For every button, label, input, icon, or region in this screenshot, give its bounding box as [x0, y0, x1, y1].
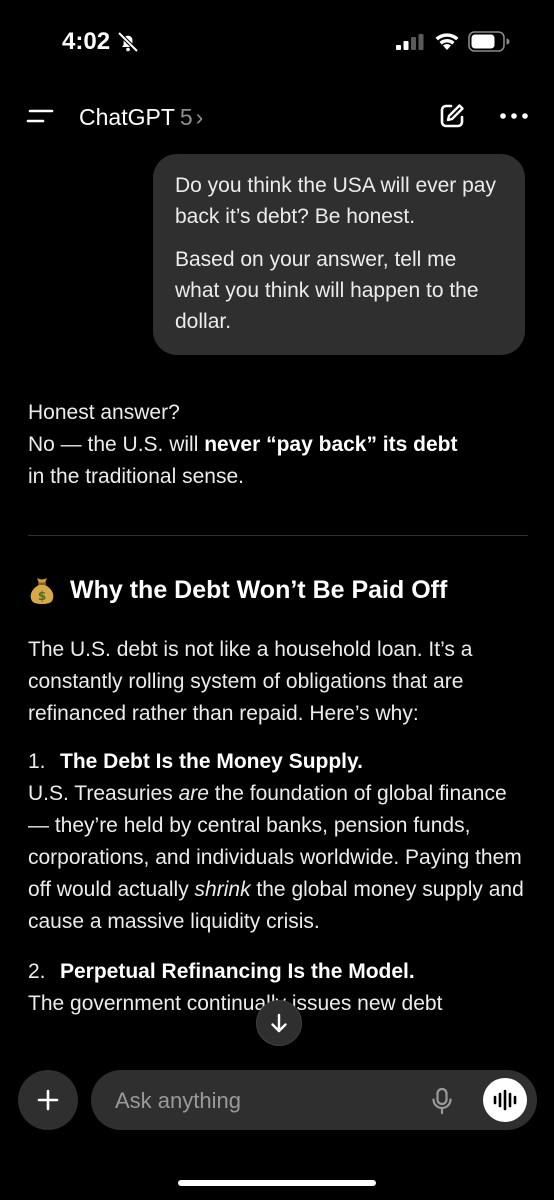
wifi-icon	[435, 33, 459, 50]
list-item-text: The government continually issues new de…	[28, 992, 443, 1015]
list-number: 1.	[28, 750, 46, 773]
reply-intro-line-2: No — the U.S. will	[28, 433, 205, 456]
user-message: Do you think the USA will ever pay back …	[153, 154, 525, 355]
list-item-text: U.S. Treasuries	[28, 782, 179, 805]
list-item-title: The Debt Is the Money Supply.	[60, 750, 363, 773]
list-item-emphasis: shrink	[194, 878, 251, 901]
composer	[0, 1068, 554, 1132]
voice-mode-button[interactable]	[483, 1078, 527, 1122]
menu-icon[interactable]	[26, 106, 54, 126]
status-bar: 4:02	[0, 0, 554, 84]
list-item-title: Perpetual Refinancing Is the Model.	[60, 960, 415, 983]
model-name: ChatGPT	[79, 103, 175, 130]
assistant-message: Honest answer? No — the U.S. will never …	[28, 397, 528, 1020]
home-indicator[interactable]	[178, 1180, 376, 1186]
reply-intro-line-3: in the traditional sense.	[28, 465, 244, 488]
more-icon[interactable]	[499, 111, 529, 121]
money-bag-icon: $	[30, 578, 54, 604]
battery-icon	[468, 31, 510, 52]
chevron-right-icon: ›	[195, 103, 204, 130]
reply-intro: Honest answer? No — the U.S. will never …	[28, 397, 528, 493]
reply-intro-line-1: Honest answer?	[28, 401, 180, 424]
bell-slash-icon	[117, 31, 139, 53]
divider	[28, 535, 528, 536]
message-input[interactable]	[113, 1070, 417, 1132]
chat-header: ChatGPT 5 ›	[0, 94, 554, 138]
conversation: Do you think the USA will ever pay back …	[0, 150, 554, 1070]
user-message-paragraph: Based on your answer, tell me what you t…	[175, 248, 479, 333]
arrow-down-icon	[271, 1013, 287, 1033]
section-heading: $ Why the Debt Won’t Be Paid Off	[28, 572, 528, 608]
section-heading-text: Why the Debt Won’t Be Paid Off	[70, 576, 448, 604]
message-input-container	[91, 1070, 537, 1132]
model-selector[interactable]: ChatGPT 5 ›	[79, 102, 203, 132]
reply-intro-bold: never “pay back” its debt	[204, 433, 458, 456]
status-time: 4:02	[62, 28, 111, 55]
add-attachment-button[interactable]	[18, 1070, 78, 1130]
list-item-emphasis: are	[178, 782, 209, 805]
plus-icon	[37, 1089, 59, 1111]
cellular-signal-icon	[396, 34, 424, 50]
scroll-to-bottom-button[interactable]	[256, 1000, 302, 1046]
svg-text:$: $	[38, 589, 46, 603]
model-version: 5	[179, 103, 193, 130]
voice-mode-icon	[493, 1089, 517, 1111]
list-item: 1. The Debt Is the Money Supply. U.S. Tre…	[28, 746, 528, 938]
microphone-icon[interactable]	[431, 1087, 453, 1115]
user-message-paragraph: Do you think the USA will ever pay back …	[175, 174, 496, 228]
list-number: 2.	[28, 960, 46, 983]
section-paragraph: The U.S. debt is not like a household lo…	[28, 638, 473, 725]
new-chat-icon[interactable]	[437, 101, 467, 131]
